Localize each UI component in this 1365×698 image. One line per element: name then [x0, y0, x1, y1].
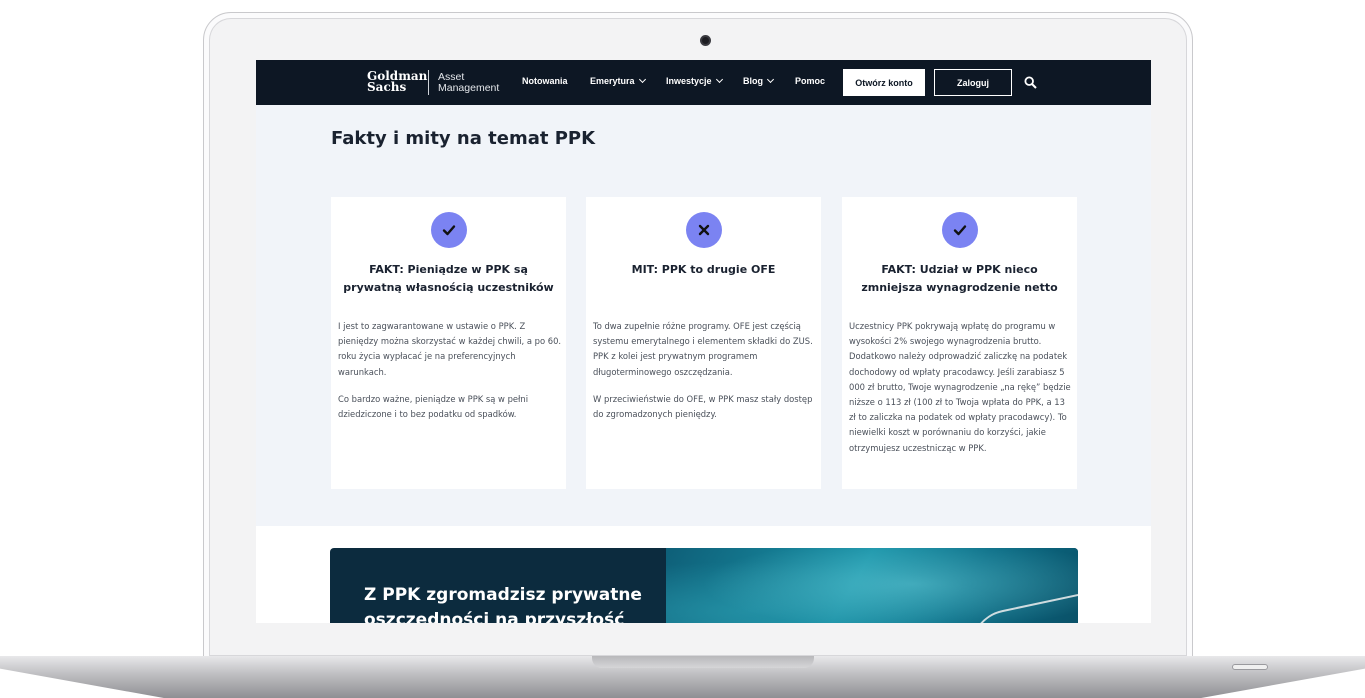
card-title: FAKT: Pieniądze w PPK są prywatną własno…: [343, 263, 554, 294]
nav-item-label: Emerytura: [590, 76, 635, 86]
chevron-down-icon: [766, 75, 775, 84]
search-icon[interactable]: [1024, 76, 1037, 89]
check-icon: [942, 212, 978, 248]
page-title: Fakty i mity na temat PPK: [331, 128, 596, 149]
nav-item-blog[interactable]: Blog: [743, 75, 775, 86]
banner-heading: Z PPK zgromadzisz prywatne oszczędności …: [364, 585, 642, 623]
chevron-down-icon: [715, 75, 723, 84]
card-body: I jest to zagwarantowane w ustawie o PPK…: [338, 319, 562, 434]
boat-image: [962, 588, 1078, 623]
x-icon: [686, 212, 722, 248]
card-paragraph: To dwa zupełnie różne programy. OFE jest…: [593, 321, 813, 377]
screen: Goldman Sachs Asset Management Notowania…: [256, 60, 1151, 623]
card-paragraph: Co bardzo ważne, pieniądze w PPK są w pe…: [338, 393, 529, 420]
nav-item-label: Inwestycje: [666, 76, 712, 86]
top-navbar: Goldman Sachs Asset Management Notowania…: [256, 60, 1151, 105]
card-body: Uczestnicy PPK pokrywają wpłatę do progr…: [849, 319, 1073, 468]
fact-card: FAKT: Pieniądze w PPK są prywatną własno…: [331, 197, 566, 489]
nav-item-label: Pomoc: [795, 76, 826, 86]
check-icon: [431, 212, 467, 248]
login-button[interactable]: Zaloguj: [934, 69, 1012, 96]
card-paragraph: W przeciwieństwie do OFE, w PPK masz sta…: [593, 393, 813, 420]
card-paragraph: I jest to zagwarantowane w ustawie o PPK…: [338, 321, 562, 377]
goldman-sachs-logo[interactable]: Goldman Sachs: [367, 70, 427, 94]
logo-divider: [428, 70, 429, 95]
laptop-notch: [592, 656, 814, 668]
open-account-button[interactable]: Otwórz konto: [843, 69, 925, 96]
logo-line-2: Sachs: [367, 80, 407, 94]
camera-icon: [700, 35, 711, 46]
myth-card: MIT: PPK to drugie OFE To dwa zupełnie r…: [586, 197, 821, 489]
card-paragraph: Uczestnicy PPK pokrywają wpłatę do progr…: [849, 321, 1071, 453]
card-title: MIT: PPK to drugie OFE: [631, 263, 776, 276]
nav-item-pomoc[interactable]: Pomoc: [795, 76, 825, 86]
asset-management-logo[interactable]: Asset Management: [438, 72, 499, 94]
promo-banner: Z PPK zgromadzisz prywatne oszczędności …: [330, 548, 1078, 623]
nav-item-notowania[interactable]: Notowania: [522, 76, 568, 86]
nav-item-label: Blog: [743, 76, 763, 86]
chevron-down-icon: [638, 75, 646, 84]
banner-photo: [666, 548, 1078, 623]
nav-item-label: Notowania: [522, 76, 568, 86]
nav-item-emerytura[interactable]: Emerytura: [590, 75, 646, 86]
card-title: FAKT: Udział w PPK nieco zmniejsza wynag…: [861, 263, 1058, 294]
logo-am-line-2: Management: [438, 82, 500, 94]
fact-card: FAKT: Udział w PPK nieco zmniejsza wynag…: [842, 197, 1077, 489]
card-body: To dwa zupełnie różne programy. OFE jest…: [593, 319, 817, 434]
nav-item-inwestycje[interactable]: Inwestycje: [666, 75, 723, 86]
laptop-indicator: [1232, 664, 1268, 670]
